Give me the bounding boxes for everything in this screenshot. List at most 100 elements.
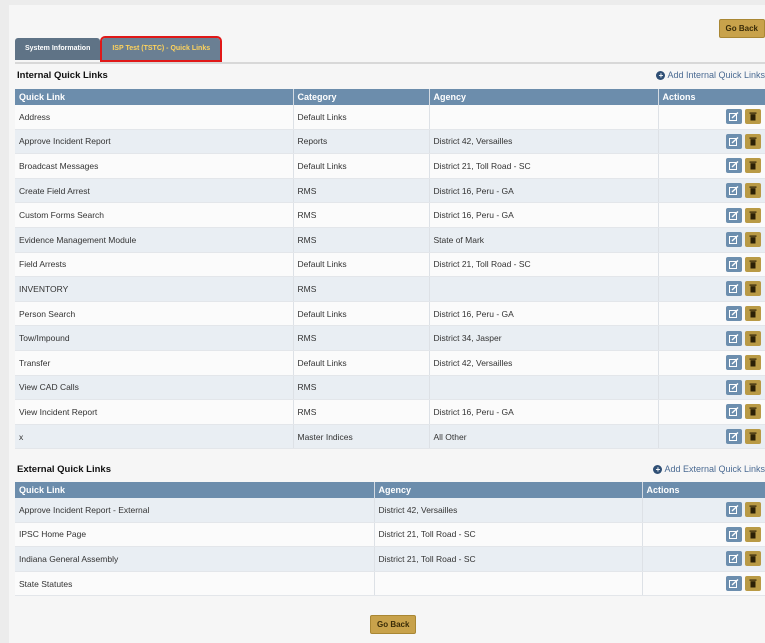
category-cell: Default Links bbox=[293, 350, 430, 376]
tab-underline bbox=[15, 62, 765, 64]
agency-cell: District 21, Toll Road - SC bbox=[429, 252, 659, 278]
add-internal-link[interactable]: + Add Internal Quick Links bbox=[656, 70, 765, 80]
quick-link-cell: Person Search bbox=[15, 301, 294, 327]
edit-icon[interactable] bbox=[725, 133, 742, 149]
edit-icon[interactable] bbox=[725, 281, 742, 297]
trash-icon[interactable] bbox=[744, 232, 761, 248]
agency-cell: District 21, Toll Road - SC bbox=[429, 153, 659, 179]
table-row: IPSC Home Page District 21, Toll Road - S… bbox=[15, 522, 765, 548]
edit-icon[interactable] bbox=[725, 158, 742, 174]
go-back-button-bottom[interactable]: Go Back bbox=[370, 615, 417, 634]
agency-cell: District 21, Toll Road - SC bbox=[374, 546, 643, 572]
trash-icon[interactable] bbox=[744, 133, 761, 149]
go-back-bottom-container: Go Back bbox=[370, 615, 417, 634]
tab-bar: System Information ISP Test (TSTC) - Qui… bbox=[15, 36, 223, 62]
table-row: Broadcast Messages Default Links District … bbox=[15, 153, 765, 179]
category-cell: Default Links bbox=[293, 153, 430, 179]
actions-cell bbox=[658, 325, 765, 351]
edit-icon[interactable] bbox=[725, 404, 742, 420]
trash-icon[interactable] bbox=[744, 379, 761, 395]
quick-link-cell: State Statutes bbox=[15, 571, 375, 597]
quick-link-cell: Broadcast Messages bbox=[15, 153, 294, 179]
actions-cell bbox=[658, 129, 765, 155]
actions-cell bbox=[642, 522, 765, 548]
agency-cell: State of Mark bbox=[429, 227, 659, 253]
edit-icon[interactable] bbox=[725, 183, 742, 199]
category-cell: RMS bbox=[293, 227, 430, 253]
category-cell: RMS bbox=[293, 325, 430, 351]
go-back-button-top[interactable]: Go Back bbox=[718, 19, 765, 38]
quick-link-cell: View CAD Calls bbox=[15, 375, 294, 401]
table-row: Field Arrests Default Links District 21, T… bbox=[15, 252, 765, 278]
plus-circle-icon: + bbox=[653, 464, 663, 474]
trash-icon[interactable] bbox=[744, 404, 761, 420]
table-row: Approve Incident Report Reports District 4… bbox=[15, 129, 765, 155]
actions-cell bbox=[642, 571, 765, 597]
add-internal-label: Add Internal Quick Links bbox=[667, 70, 765, 80]
category-cell: RMS bbox=[293, 202, 430, 228]
trash-icon[interactable] bbox=[744, 306, 761, 322]
tab-system-information[interactable]: System Information bbox=[15, 38, 101, 60]
edit-icon[interactable] bbox=[725, 306, 742, 322]
trash-icon[interactable] bbox=[744, 551, 761, 567]
edit-icon[interactable] bbox=[725, 330, 742, 346]
edit-icon[interactable] bbox=[725, 502, 742, 518]
agency-cell bbox=[429, 375, 659, 401]
actions-cell bbox=[642, 498, 765, 523]
trash-icon[interactable] bbox=[744, 207, 761, 223]
table-row: Address Default Links bbox=[15, 105, 765, 130]
actions-cell bbox=[658, 399, 765, 425]
trash-icon[interactable] bbox=[744, 502, 761, 518]
add-external-link[interactable]: + Add External Quick Links bbox=[653, 464, 765, 474]
actions-cell bbox=[642, 546, 765, 572]
trash-icon[interactable] bbox=[744, 330, 761, 346]
agency-cell: District 21, Toll Road - SC bbox=[374, 522, 643, 548]
trash-icon[interactable] bbox=[744, 576, 761, 592]
edit-icon[interactable] bbox=[725, 551, 742, 567]
actions-cell bbox=[658, 227, 765, 253]
col-header-actions: Actions bbox=[642, 482, 765, 498]
trash-icon[interactable] bbox=[744, 109, 761, 125]
trash-icon[interactable] bbox=[744, 183, 761, 199]
edit-icon[interactable] bbox=[725, 526, 742, 542]
category-cell: RMS bbox=[293, 375, 430, 401]
table-row: Evidence Management Module RMS State of Ma… bbox=[15, 227, 765, 253]
quick-link-cell: Field Arrests bbox=[15, 252, 294, 278]
internal-header-row: Quick Link Category Agency Actions bbox=[15, 89, 765, 105]
col-header-quick-link: Quick Link bbox=[15, 89, 294, 105]
table-row: Tow/Impound RMS District 34, Jasper bbox=[15, 325, 765, 351]
quick-links-panel: Go Back System Information ISP Test (TST… bbox=[9, 5, 765, 643]
table-row: Approve Incident Report - External Distri… bbox=[15, 498, 765, 523]
external-links-table: Quick Link Agency Actions Approve Incide… bbox=[15, 482, 765, 597]
table-row: Indiana General Assembly District 21, Tol… bbox=[15, 546, 765, 572]
actions-cell bbox=[658, 202, 765, 228]
actions-cell bbox=[658, 153, 765, 179]
edit-icon[interactable] bbox=[725, 109, 742, 125]
trash-icon[interactable] bbox=[744, 429, 761, 445]
trash-icon[interactable] bbox=[744, 158, 761, 174]
trash-icon[interactable] bbox=[744, 256, 761, 272]
edit-icon[interactable] bbox=[725, 207, 742, 223]
actions-cell bbox=[658, 301, 765, 327]
table-row: x Master Indices All Other bbox=[15, 424, 765, 450]
table-row: INVENTORY RMS bbox=[15, 276, 765, 302]
trash-icon[interactable] bbox=[744, 526, 761, 542]
edit-icon[interactable] bbox=[725, 355, 742, 371]
edit-icon[interactable] bbox=[725, 256, 742, 272]
edit-icon[interactable] bbox=[725, 232, 742, 248]
agency-cell: District 16, Peru - GA bbox=[429, 202, 659, 228]
actions-cell bbox=[658, 252, 765, 278]
edit-icon[interactable] bbox=[725, 379, 742, 395]
edit-icon[interactable] bbox=[725, 576, 742, 592]
agency-cell: District 16, Peru - GA bbox=[429, 399, 659, 425]
quick-link-cell: x bbox=[15, 424, 294, 450]
plus-circle-icon: + bbox=[656, 70, 666, 80]
trash-icon[interactable] bbox=[744, 355, 761, 371]
internal-table-body: Address Default Links Approve Incident Rep… bbox=[15, 105, 765, 450]
quick-link-cell: Approve Incident Report bbox=[15, 129, 294, 155]
tab-quick-links[interactable]: ISP Test (TSTC) - Quick Links bbox=[100, 36, 223, 62]
edit-icon[interactable] bbox=[725, 429, 742, 445]
trash-icon[interactable] bbox=[744, 281, 761, 297]
actions-cell bbox=[658, 375, 765, 401]
category-cell: Default Links bbox=[293, 301, 430, 327]
